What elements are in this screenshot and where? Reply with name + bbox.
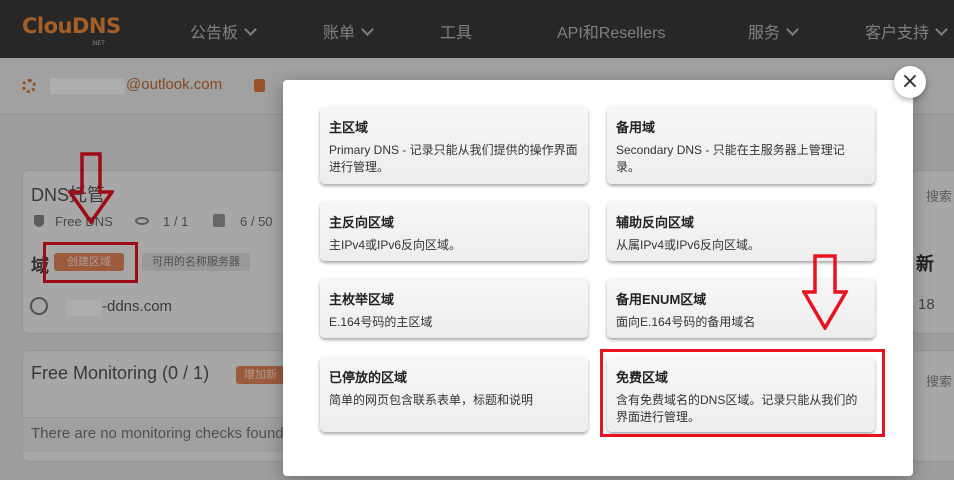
option-desc: E.164号码的主区域 xyxy=(329,315,433,329)
close-icon[interactable]: × xyxy=(894,66,926,98)
option-desc: 主IPv4或IPv6反向区域。 xyxy=(329,238,462,252)
option-title: 备用域 xyxy=(616,120,656,135)
zone-option-secondary-reverse[interactable]: 辅助反向区域 从属IPv4或IPv6反向区域。 xyxy=(607,201,875,261)
option-title: 主反向区域 xyxy=(329,215,395,230)
zone-option-master-reverse[interactable]: 主反向区域 主IPv4或IPv6反向区域。 xyxy=(320,201,588,261)
arrow-down-icon xyxy=(802,254,848,330)
option-title: 主枚举区域 xyxy=(329,292,395,307)
zone-option-secondary[interactable]: 备用域 Secondary DNS - 只能在主服务器上管理记录。 xyxy=(607,106,875,184)
option-desc: Secondary DNS - 只能在主服务器上管理记录。 xyxy=(616,143,845,174)
option-title: 已停放的区域 xyxy=(329,370,408,385)
zone-option-master-enum[interactable]: 主枚举区域 E.164号码的主区域 xyxy=(320,278,588,338)
option-desc: 简单的网页包含联系表单，标题和说明 xyxy=(329,393,534,407)
highlight-box-free-zone xyxy=(600,349,885,437)
option-title: 主区域 xyxy=(329,120,369,135)
zone-option-parked[interactable]: 已停放的区域 简单的网页包含联系表单，标题和说明 xyxy=(320,356,588,432)
option-desc: 从属IPv4或IPv6反向区域。 xyxy=(616,238,761,252)
option-title: 辅助反向区域 xyxy=(616,215,695,230)
option-desc: Primary DNS - 记录只能从我们提供的操作界面进行管理。 xyxy=(329,143,578,174)
zone-option-master[interactable]: 主区域 Primary DNS - 记录只能从我们提供的操作界面进行管理。 xyxy=(320,106,588,184)
